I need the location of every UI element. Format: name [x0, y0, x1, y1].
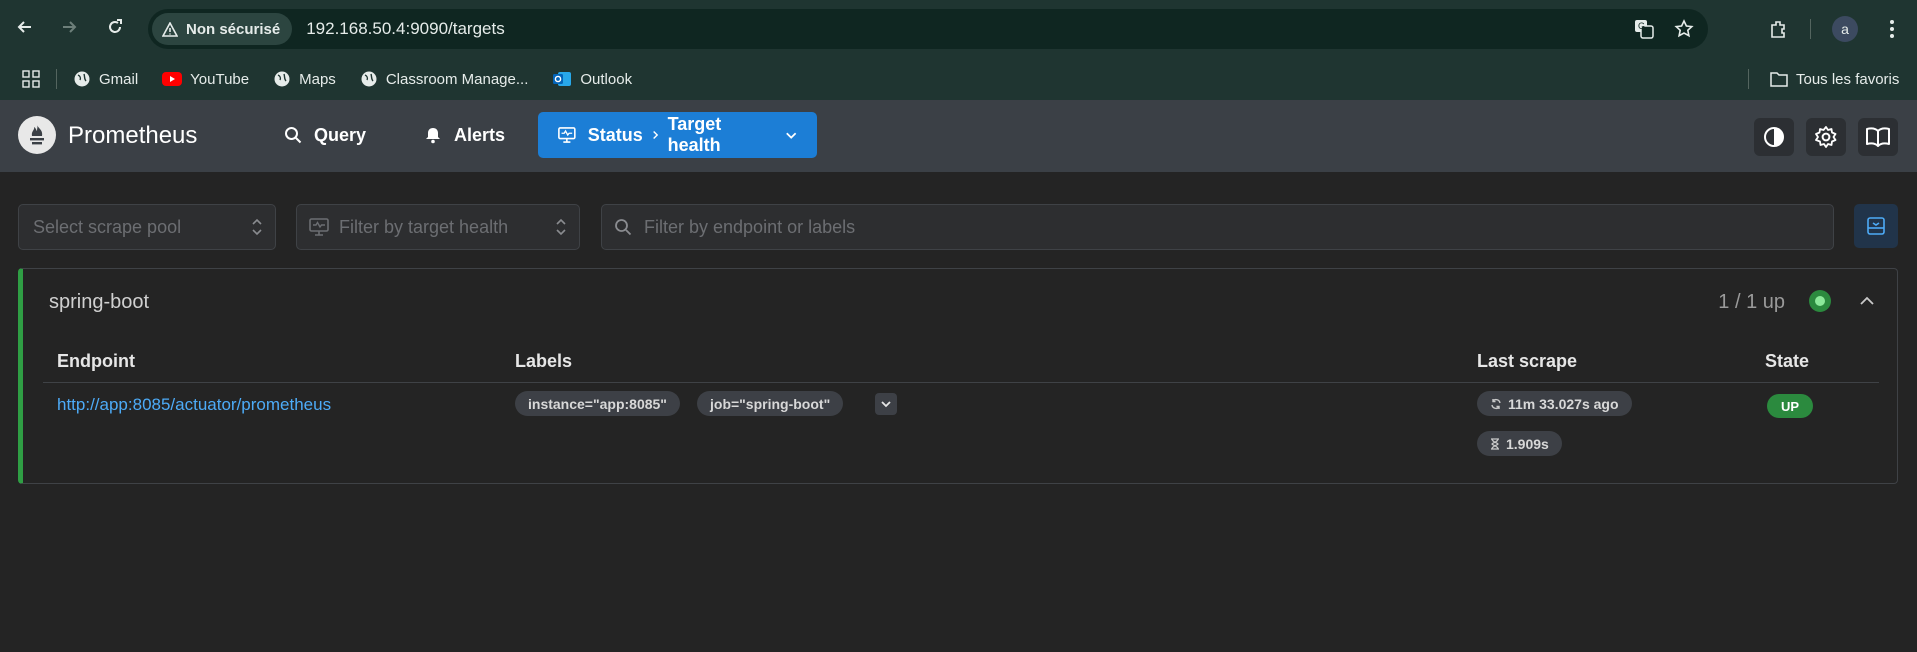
docs-button[interactable] — [1858, 118, 1898, 156]
url-text[interactable]: 192.168.50.4:9090/targets — [306, 19, 505, 39]
endpoint-filter-input[interactable]: Filter by endpoint or labels — [601, 204, 1834, 250]
bookmark-label: Maps — [299, 70, 336, 88]
chevron-up-icon[interactable] — [1859, 295, 1875, 307]
chevron-right-icon — [652, 130, 658, 140]
toolbar-divider — [1810, 19, 1811, 39]
translate-icon[interactable]: G — [1628, 13, 1660, 45]
endpoint-filter-placeholder: Filter by endpoint or labels — [644, 216, 856, 237]
collapse-all-button[interactable] — [1854, 204, 1898, 248]
select-arrows-icon — [252, 218, 262, 236]
avatar: a — [1832, 16, 1858, 42]
state-badge: UP — [1767, 394, 1813, 418]
select-arrows-icon — [556, 218, 566, 236]
theme-toggle-button[interactable] — [1754, 118, 1794, 156]
folder-icon — [1770, 72, 1788, 87]
labels-expand-button[interactable] — [875, 393, 897, 415]
forward-icon[interactable] — [56, 14, 82, 40]
reload-icon[interactable] — [102, 14, 128, 40]
apps-icon[interactable] — [14, 64, 48, 94]
book-icon — [1866, 127, 1890, 147]
column-endpoint: Endpoint — [57, 351, 135, 371]
search-icon — [615, 219, 632, 236]
warning-icon — [162, 21, 178, 37]
target-health-select[interactable]: Filter by target health — [296, 204, 580, 250]
last-scrape-text: 11m 33.027s ago — [1508, 395, 1619, 412]
bookmarks-bar: Gmail YouTube Maps Classroom Manage... O… — [0, 58, 1917, 100]
label-text: instance="app:8085" — [528, 395, 667, 412]
app-header: Prometheus Query Alerts Status Target he… — [0, 100, 1917, 172]
chevron-down-icon — [881, 401, 891, 408]
target-health-placeholder: Filter by target health — [339, 216, 509, 237]
monitor-heartbeat-icon — [309, 218, 329, 236]
bookmark-label: Classroom Manage... — [385, 70, 529, 88]
last-scrape-badge: 11m 33.027s ago — [1477, 391, 1632, 416]
scrape-duration-text: 1.909s — [1506, 435, 1549, 452]
bookmark-label: YouTube — [190, 70, 250, 88]
menu-icon[interactable] — [1876, 13, 1908, 45]
prometheus-logo-icon[interactable] — [18, 116, 56, 154]
profile-avatar[interactable]: a — [1832, 16, 1858, 42]
settings-button[interactable] — [1806, 118, 1846, 156]
column-last-scrape: Last scrape — [1477, 351, 1578, 371]
endpoint-link[interactable]: http://app:8085/actuator/prometheus — [57, 395, 331, 415]
column-labels: Labels — [515, 351, 573, 371]
column-state: State — [1765, 351, 1810, 371]
bookmark-label: Outlook — [580, 70, 633, 88]
svg-text:G: G — [1638, 21, 1645, 31]
youtube-icon — [162, 72, 183, 86]
nav-query-label: Query — [314, 124, 367, 145]
health-ring-icon — [1809, 290, 1831, 312]
scrape-pool-select[interactable]: Select scrape pool — [18, 204, 276, 250]
label-badge: job="spring-boot" — [697, 391, 844, 416]
bookmarks-divider — [1748, 69, 1749, 89]
globe-icon — [274, 71, 290, 87]
bookmark-gmail[interactable]: Gmail — [65, 64, 146, 94]
bookmark-maps[interactable]: Maps — [265, 64, 344, 94]
nav-status-sub-label: Target health — [667, 114, 722, 155]
chevron-down-icon — [785, 132, 796, 139]
outlook-icon — [553, 72, 572, 86]
star-icon[interactable] — [1668, 13, 1700, 45]
all-bookmarks-label: Tous les favoris — [1796, 70, 1900, 88]
search-icon — [285, 127, 302, 144]
bookmark-outlook[interactable]: Outlook — [544, 64, 640, 94]
nav-status-label: Status — [587, 124, 643, 145]
bookmark-classroom[interactable]: Classroom Manage... — [352, 64, 537, 94]
browser-toolbar: Non sécurisé 192.168.50.4:9090/targets G… — [0, 0, 1917, 58]
collapse-box-icon — [1867, 217, 1885, 235]
gear-icon — [1815, 126, 1837, 148]
contrast-icon — [1764, 127, 1784, 147]
nav-query[interactable]: Query — [264, 112, 386, 158]
scrape-duration-badge: 1.909s — [1477, 431, 1562, 456]
bookmark-youtube[interactable]: YouTube — [154, 64, 257, 94]
security-label: Non sécurisé — [186, 20, 281, 38]
nav-alerts[interactable]: Alerts — [404, 112, 525, 158]
globe-icon — [74, 71, 90, 87]
scrape-pool-placeholder: Select scrape pool — [33, 216, 182, 237]
all-bookmarks[interactable]: Tous les favoris — [1762, 64, 1907, 94]
refresh-icon — [1491, 398, 1501, 409]
targets-up-count: 1 / 1 up — [1718, 291, 1785, 313]
nav-status-dropdown[interactable]: Status Target health — [538, 112, 817, 158]
label-badge: instance="app:8085" — [515, 391, 680, 416]
scrape-pool-name[interactable]: spring-boot — [49, 291, 149, 314]
globe-icon — [361, 71, 377, 87]
scrape-pool-card: spring-boot 1 / 1 up Endpoint Labels Las… — [18, 268, 1898, 484]
table-divider — [43, 382, 1879, 383]
label-text: job="spring-boot" — [710, 395, 831, 412]
bookmarks-divider — [56, 69, 57, 89]
back-icon[interactable] — [12, 14, 38, 40]
security-chip[interactable]: Non sécurisé — [152, 13, 293, 45]
app-title[interactable]: Prometheus — [68, 122, 197, 150]
nav-alerts-label: Alerts — [454, 124, 506, 145]
monitor-heartbeat-icon — [558, 127, 576, 143]
hourglass-icon — [1491, 437, 1499, 450]
extensions-icon[interactable] — [1762, 13, 1794, 45]
address-bar[interactable]: Non sécurisé 192.168.50.4:9090/targets G — [148, 9, 1708, 49]
bell-icon — [426, 128, 440, 144]
bookmark-label: Gmail — [99, 70, 139, 88]
